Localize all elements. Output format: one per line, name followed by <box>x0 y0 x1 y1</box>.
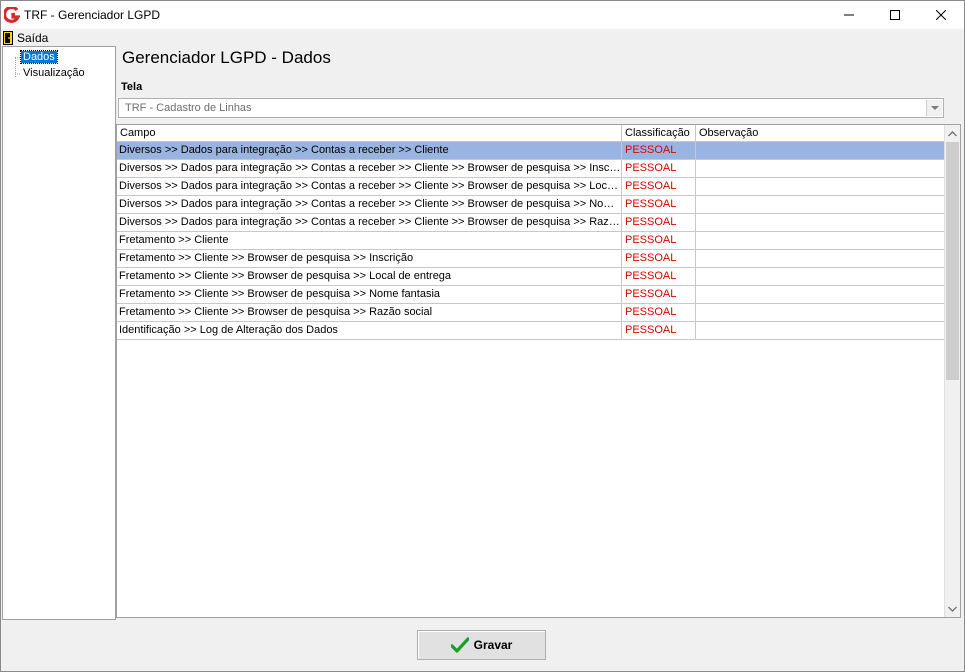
table-row[interactable]: Fretamento >> Cliente >> Browser de pesq… <box>117 250 945 268</box>
column-header-observacao[interactable]: Observação <box>696 125 945 142</box>
scroll-down-button[interactable] <box>945 600 960 617</box>
classificacao-cell: PESSOAL <box>622 268 696 285</box>
exit-menu-item[interactable]: Saída <box>3 29 48 46</box>
column-header-campo[interactable]: Campo <box>117 125 622 142</box>
chevron-up-icon <box>948 130 957 136</box>
classificacao-cell: PESSOAL <box>622 322 696 339</box>
table-row[interactable]: Identificação >> Log de Alteração dos Da… <box>117 322 945 340</box>
observacao-cell[interactable] <box>696 196 945 213</box>
table-row[interactable]: Fretamento >> Cliente >> Browser de pesq… <box>117 304 945 322</box>
table-row[interactable]: Fretamento >> Cliente >> Browser de pesq… <box>117 286 945 304</box>
table-row[interactable]: Fretamento >> Cliente PESSOAL <box>117 232 945 250</box>
classificacao-cell: PESSOAL <box>622 304 696 321</box>
menu-bar: Saída <box>1 29 964 46</box>
tree-item-visualizacao[interactable]: Visualização <box>21 67 87 81</box>
classificacao-cell: PESSOAL <box>622 178 696 195</box>
observacao-cell[interactable] <box>696 178 945 195</box>
checkmark-icon <box>450 637 469 653</box>
classificacao-cell: PESSOAL <box>622 196 696 213</box>
tela-select-value: TRF - Cadastro de Linhas <box>125 102 252 114</box>
campo-cell: Diversos >> Dados para integração >> Con… <box>117 178 622 195</box>
campo-cell: Diversos >> Dados para integração >> Con… <box>117 196 622 213</box>
observacao-cell[interactable] <box>696 214 945 231</box>
scroll-up-button[interactable] <box>945 125 960 142</box>
campo-cell: Fretamento >> Cliente >> Browser de pesq… <box>117 304 622 321</box>
classificacao-cell: PESSOAL <box>622 142 696 159</box>
classificacao-cell: PESSOAL <box>622 250 696 267</box>
observacao-cell[interactable] <box>696 268 945 285</box>
dropdown-button[interactable] <box>926 100 942 116</box>
minimize-icon <box>844 14 854 16</box>
observacao-cell[interactable] <box>696 250 945 267</box>
campo-cell: Identificação >> Log de Alteração dos Da… <box>117 322 622 339</box>
window-title: TRF - Gerenciador LGPD <box>24 8 161 22</box>
close-icon <box>936 10 946 20</box>
chevron-down-icon <box>930 105 939 110</box>
vertical-scrollbar[interactable] <box>944 125 960 617</box>
page-title: Gerenciador LGPD - Dados <box>122 48 331 67</box>
save-button-label: Gravar <box>473 638 513 652</box>
title-bar: TRF - Gerenciador LGPD <box>1 1 964 29</box>
campo-cell: Diversos >> Dados para integração >> Con… <box>117 142 622 159</box>
classificacao-cell: PESSOAL <box>622 232 696 249</box>
tree-item-label: Visualização <box>23 67 85 79</box>
classificacao-cell: PESSOAL <box>622 286 696 303</box>
table-row[interactable]: Diversos >> Dados para integração >> Con… <box>117 196 945 214</box>
app-logo-icon <box>4 7 20 23</box>
close-button[interactable] <box>918 1 964 29</box>
tela-select[interactable]: TRF - Cadastro de Linhas <box>118 98 944 118</box>
observacao-cell[interactable] <box>696 322 945 339</box>
campo-cell: Fretamento >> Cliente >> Browser de pesq… <box>117 268 622 285</box>
observacao-cell[interactable] <box>696 142 945 159</box>
tree-lines <box>15 57 21 75</box>
classificacao-cell: PESSOAL <box>622 214 696 231</box>
app-window: TRF - Gerenciador LGPD Saída Dados Visua… <box>0 0 965 672</box>
grid-rows: Diversos >> Dados para integração >> Con… <box>117 142 945 340</box>
table-row[interactable]: Diversos >> Dados para integração >> Con… <box>117 178 945 196</box>
maximize-icon <box>890 10 900 20</box>
tree-item-dados[interactable]: Dados <box>20 50 58 65</box>
maximize-button[interactable] <box>872 1 918 29</box>
campo-cell: Diversos >> Dados para integração >> Con… <box>117 160 622 177</box>
tela-label: Tela <box>121 81 143 93</box>
tree-item-label: Dados <box>20 50 58 64</box>
table-row[interactable]: Diversos >> Dados para integração >> Con… <box>117 160 945 178</box>
observacao-cell[interactable] <box>696 232 945 249</box>
classificacao-cell: PESSOAL <box>622 160 696 177</box>
observacao-cell[interactable] <box>696 160 945 177</box>
column-header-classificacao[interactable]: Classificação <box>622 125 696 142</box>
table-row[interactable]: Fretamento >> Cliente >> Browser de pesq… <box>117 268 945 286</box>
navigation-tree: Dados Visualização <box>2 46 116 620</box>
chevron-down-icon <box>948 606 957 612</box>
save-button[interactable]: Gravar <box>417 630 546 660</box>
campo-cell: Fretamento >> Cliente >> Browser de pesq… <box>117 286 622 303</box>
campo-cell: Fretamento >> Cliente >> Browser de pesq… <box>117 250 622 267</box>
table-row[interactable]: Diversos >> Dados para integração >> Con… <box>117 214 945 232</box>
campo-cell: Fretamento >> Cliente <box>117 232 622 249</box>
observacao-cell[interactable] <box>696 304 945 321</box>
minimize-button[interactable] <box>826 1 872 29</box>
exit-door-icon <box>3 30 13 45</box>
observacao-cell[interactable] <box>696 286 945 303</box>
campo-cell: Diversos >> Dados para integração >> Con… <box>117 214 622 231</box>
exit-menu-label: Saída <box>17 30 49 45</box>
data-grid: Campo Classificação Observação Diversos … <box>116 124 961 618</box>
table-row[interactable]: Diversos >> Dados para integração >> Con… <box>117 142 945 160</box>
scrollbar-thumb[interactable] <box>946 142 959 380</box>
